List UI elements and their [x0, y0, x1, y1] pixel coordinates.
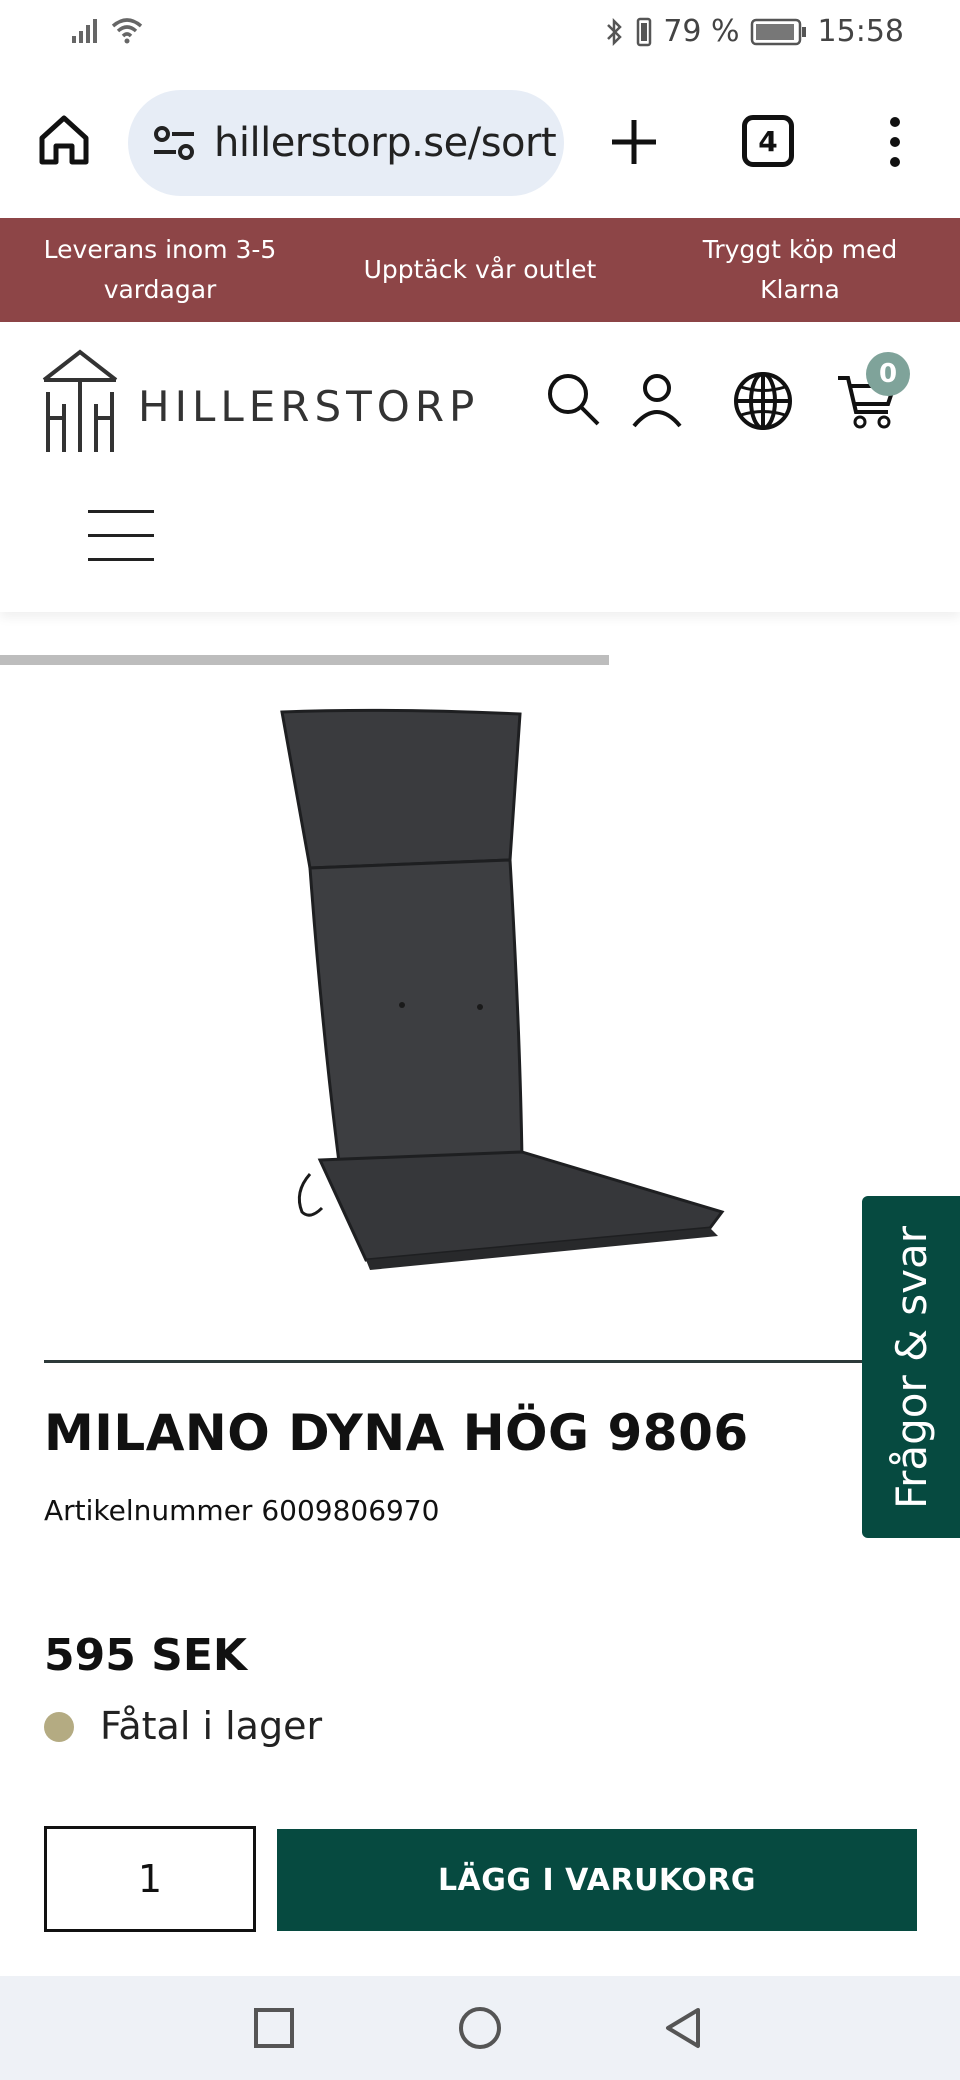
- browser-toolbar: hillerstorp.se/sort 4: [0, 82, 960, 202]
- add-to-cart-button[interactable]: LÄGG I VARUKORG: [277, 1829, 917, 1931]
- address-bar[interactable]: hillerstorp.se/sort: [128, 90, 564, 196]
- home-circle-icon[interactable]: [454, 2002, 506, 2054]
- recents-icon[interactable]: [248, 2002, 300, 2054]
- product-title: MILANO DYNA HÖG 9806: [44, 1404, 749, 1462]
- battery-percent: 79 %: [663, 14, 740, 49]
- promo-klarna[interactable]: Tryggt köp med Klarna: [660, 230, 940, 310]
- logo-icon[interactable]: [40, 348, 120, 456]
- product-image[interactable]: [270, 700, 740, 1270]
- faq-side-tab[interactable]: Frågor & svar: [862, 1196, 960, 1538]
- clock: 15:58: [817, 14, 904, 49]
- system-nav-bar: [0, 1976, 960, 2080]
- more-icon[interactable]: [880, 112, 910, 172]
- url-text: hillerstorp.se/sort: [214, 120, 557, 166]
- site-header: HILLERSTORP 0: [0, 322, 960, 612]
- tab-switcher-button[interactable]: 4: [742, 115, 794, 167]
- cart-count-badge: 0: [866, 352, 910, 396]
- status-right: 79 % 15:58: [605, 14, 904, 49]
- faq-tab-label: Frågor & svar: [886, 1225, 936, 1509]
- tab-count: 4: [758, 124, 778, 158]
- stock-status-text: Fåtal i lager: [100, 1704, 323, 1748]
- back-icon[interactable]: [658, 2002, 710, 2054]
- search-icon[interactable]: [544, 370, 602, 428]
- article-number: Artikelnummer 6009806970: [44, 1494, 440, 1527]
- bluetooth-icon: [607, 17, 623, 46]
- vibrate-icon: [637, 17, 652, 46]
- site-settings-icon[interactable]: [150, 123, 198, 163]
- product-price: 595 SEK: [44, 1630, 248, 1681]
- stock-status-indicator: [44, 1712, 74, 1742]
- quantity-input[interactable]: [44, 1826, 256, 1932]
- user-icon[interactable]: [628, 370, 686, 428]
- promo-delivery[interactable]: Leverans inom 3-5 vardagar: [20, 230, 300, 310]
- promo-bar: Leverans inom 3-5 vardagar Upptäck vår o…: [0, 218, 960, 322]
- home-icon[interactable]: [36, 112, 92, 168]
- logo-text[interactable]: HILLERSTORP: [138, 382, 479, 431]
- status-bar: 79 % 15:58: [0, 0, 960, 68]
- plus-icon[interactable]: [608, 116, 660, 168]
- globe-icon[interactable]: [732, 370, 794, 432]
- section-divider: [44, 1360, 864, 1363]
- signal-icon: [72, 19, 97, 43]
- gallery-progress-bar: [0, 655, 609, 665]
- status-left: [70, 16, 144, 44]
- battery-icon: [750, 18, 806, 45]
- promo-outlet[interactable]: Upptäck vår outlet: [330, 250, 630, 290]
- wifi-icon: [111, 18, 143, 44]
- menu-icon[interactable]: [88, 510, 154, 562]
